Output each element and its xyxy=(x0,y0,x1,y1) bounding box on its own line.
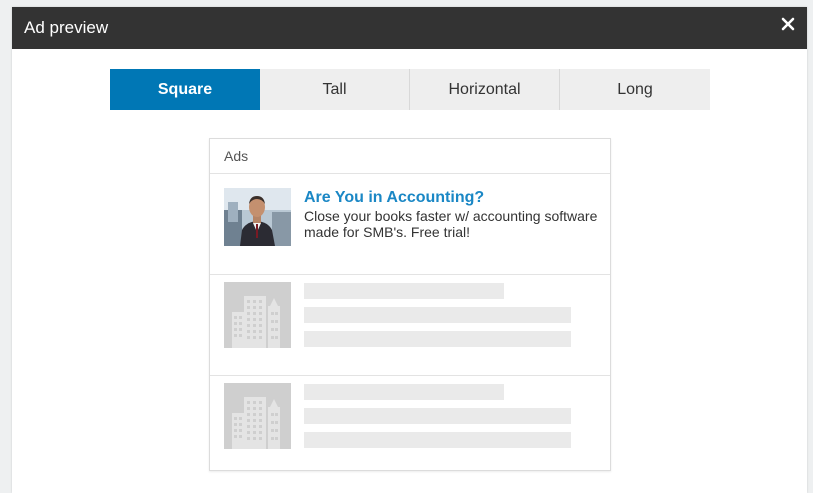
placeholder-text-bar xyxy=(304,408,571,424)
building-icon xyxy=(224,383,291,449)
placeholder-text-bar xyxy=(304,432,571,448)
ad-image xyxy=(224,188,291,246)
building-icon xyxy=(224,282,291,348)
ad-preview-panel: Ads Are You in Accounting? Close your bo… xyxy=(209,138,611,471)
ad-item[interactable]: Are You in Accounting? Close your books … xyxy=(224,188,604,248)
tab-tall[interactable]: Tall xyxy=(260,69,410,110)
ad-preview-modal: Ad preview Square Tall Horizontal Long A… xyxy=(12,7,807,493)
divider xyxy=(210,274,610,275)
tab-square[interactable]: Square xyxy=(110,69,260,110)
ads-section-label: Ads xyxy=(224,148,249,164)
divider xyxy=(210,375,610,376)
placeholder-title-bar xyxy=(304,384,504,400)
close-icon xyxy=(781,17,795,31)
placeholder-image xyxy=(224,282,291,348)
placeholder-text-bar xyxy=(304,307,571,323)
modal-header: Ad preview xyxy=(12,7,807,49)
tab-long[interactable]: Long xyxy=(560,69,710,110)
placeholder-ad xyxy=(224,383,604,449)
person-photo-icon xyxy=(224,188,291,246)
close-button[interactable] xyxy=(781,17,795,31)
modal-title: Ad preview xyxy=(24,18,109,37)
tab-horizontal[interactable]: Horizontal xyxy=(410,69,560,110)
placeholder-text-bar xyxy=(304,331,571,347)
placeholder-title-bar xyxy=(304,283,504,299)
placeholder-image xyxy=(224,383,291,449)
format-tabs: Square Tall Horizontal Long xyxy=(110,69,710,110)
ad-headline[interactable]: Are You in Accounting? xyxy=(304,189,484,207)
divider xyxy=(210,173,610,174)
placeholder-ad xyxy=(224,282,604,348)
ad-body-text: Close your books faster w/ accounting so… xyxy=(304,208,598,240)
